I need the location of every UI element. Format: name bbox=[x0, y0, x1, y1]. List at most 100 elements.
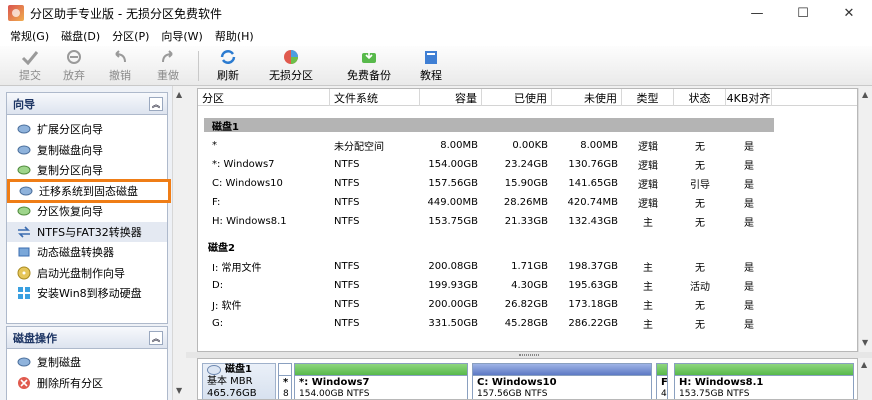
column-header-4kb-align[interactable]: 4KB对齐 bbox=[726, 89, 772, 106]
table-cell: 主 bbox=[643, 320, 653, 331]
table-cell: 是 bbox=[744, 320, 754, 331]
wizard-item-migrate-os-ssd[interactable]: 迁移系统到固态磁盘 bbox=[7, 178, 171, 203]
diskmap-part-f[interactable]: F 4 bbox=[656, 363, 668, 399]
disk-icon bbox=[17, 143, 31, 157]
scroll-down-arrow-icon[interactable]: ▼ bbox=[862, 338, 868, 347]
redo-button[interactable]: 重做 bbox=[144, 47, 192, 85]
scroll-up-arrow-icon[interactable]: ▲ bbox=[176, 90, 182, 99]
scroll-up-arrow-icon[interactable]: ▲ bbox=[862, 90, 868, 99]
partition-list-scrollbar[interactable]: ▲ ▼ bbox=[858, 88, 872, 352]
table-row[interactable]: H: Windows8.1 NTFS 153.75GB 21.33GB 132.43GB… bbox=[198, 212, 857, 231]
close-button[interactable]: ✕ bbox=[826, 0, 872, 26]
table-cell: 1.71GB bbox=[511, 261, 548, 272]
lossless-partition-label: 无损分区 bbox=[269, 69, 313, 82]
wizard-item-win8-to-go[interactable]: 安装Win8到移动硬盘 bbox=[7, 283, 167, 304]
column-header-filesystem[interactable]: 文件系统 bbox=[330, 89, 420, 106]
table-row[interactable]: I: 常用文件 NTFS 200.08GB 1.71GB 198.37GB 主 无 是 bbox=[198, 257, 857, 276]
diskmap-part-sub: 153.75GB NTFS bbox=[679, 389, 750, 399]
column-header-unused[interactable]: 未使用 bbox=[552, 89, 622, 106]
column-header-partition[interactable]: 分区 bbox=[198, 89, 330, 106]
maximize-button[interactable]: ☐ bbox=[780, 0, 826, 26]
table-cell: 无 bbox=[695, 301, 705, 312]
table-cell: 449.00MB bbox=[427, 197, 478, 208]
table-cell: 主 bbox=[643, 282, 653, 293]
tutorial-button[interactable]: 教程 bbox=[407, 47, 455, 85]
column-header-used[interactable]: 已使用 bbox=[482, 89, 552, 106]
diskmap-part-label: C: Windows10 bbox=[477, 377, 557, 388]
wizard-item-dynamic-disk-converter[interactable]: 动态磁盘转换器 bbox=[7, 242, 167, 263]
collapse-disk-ops-button[interactable]: ︽ bbox=[149, 331, 163, 345]
table-row[interactable]: *: Windows7 NTFS 154.00GB 23.24GB 130.76GB 逻辑… bbox=[198, 155, 857, 174]
diskmap-disk1[interactable]: 磁盘1 基本 MBR 465.76GB bbox=[202, 363, 276, 399]
column-header-type[interactable]: 类型 bbox=[622, 89, 674, 106]
menu-help[interactable]: 帮助(H) bbox=[209, 28, 260, 44]
table-row[interactable]: * 未分配空间 8.00MB 0.00KB 8.00MB 逻辑 无 是 bbox=[198, 136, 857, 155]
diskmap-part-windows10[interactable]: C: Windows10 157.56GB NTFS bbox=[472, 363, 652, 399]
undo-label: 撤销 bbox=[109, 69, 131, 82]
table-row[interactable]: D: NTFS 199.93GB 4.30GB 195.63GB 主 活动 是 bbox=[198, 276, 857, 295]
table-cell: 逻辑 bbox=[638, 161, 658, 172]
column-header-capacity[interactable]: 容量 bbox=[420, 89, 482, 106]
wizard-item-label: 安装Win8到移动硬盘 bbox=[37, 287, 142, 301]
collapse-wizard-button[interactable]: ︽ bbox=[149, 97, 163, 111]
table-cell: 28.26MB bbox=[503, 197, 548, 208]
table-cell: 是 bbox=[744, 142, 754, 153]
menu-partition[interactable]: 分区(P) bbox=[106, 28, 155, 44]
wizard-item-copy-partition[interactable]: 复制分区向导 bbox=[7, 160, 167, 181]
table-row[interactable]: G: NTFS 331.50GB 45.28GB 286.22GB 主 无 是 bbox=[198, 314, 857, 333]
free-backup-label: 免费备份 bbox=[347, 69, 391, 82]
scroll-up-arrow-icon[interactable]: ▲ bbox=[861, 360, 867, 369]
table-cell: 无 bbox=[695, 218, 705, 229]
table-row[interactable]: F: NTFS 449.00MB 28.26MB 420.74MB 逻辑 无 是 bbox=[198, 193, 857, 212]
wizard-item-boot-cd-creator[interactable]: 启动光盘制作向导 bbox=[7, 263, 167, 284]
table-cell: 0.00KB bbox=[512, 140, 548, 151]
submit-button[interactable]: 提交 bbox=[8, 47, 52, 85]
menu-general[interactable]: 常规(G) bbox=[4, 28, 55, 44]
disk-icon bbox=[17, 355, 31, 369]
table-cell: 420.74MB bbox=[567, 197, 618, 208]
disk-ops-section-header: 磁盘操作 ︽ bbox=[7, 327, 167, 349]
diskmap-part-label: * bbox=[283, 377, 289, 388]
ssd-icon bbox=[19, 184, 33, 198]
free-backup-button[interactable]: 免费备份 bbox=[331, 47, 407, 85]
lossless-partition-button[interactable]: 无损分区 bbox=[251, 47, 331, 85]
diskmap-part-windows81[interactable]: H: Windows8.1 153.75GB NTFS bbox=[674, 363, 854, 399]
table-cell: *: Windows7 bbox=[212, 159, 275, 170]
diskmap-part-label: H: Windows8.1 bbox=[679, 377, 764, 388]
wizard-item-extend-partition[interactable]: 扩展分区向导 bbox=[7, 119, 167, 140]
table-cell: 是 bbox=[744, 282, 754, 293]
menu-disk[interactable]: 磁盘(D) bbox=[55, 28, 106, 44]
disk-map: 磁盘1 基本 MBR 465.76GB * 8 *: Windows7 154.… bbox=[197, 358, 858, 400]
table-cell: H: Windows8.1 bbox=[212, 216, 287, 227]
disk-op-label: 复制磁盘 bbox=[37, 356, 81, 370]
column-header-status[interactable]: 状态 bbox=[674, 89, 726, 106]
discard-button[interactable]: 放弃 bbox=[52, 47, 96, 85]
diskmap-part-windows7[interactable]: *: Windows7 154.00GB NTFS bbox=[294, 363, 468, 399]
disk-icon bbox=[17, 122, 31, 136]
undo-button[interactable]: 撤销 bbox=[96, 47, 144, 85]
disk-map-scrollbar[interactable]: ▲ bbox=[858, 358, 872, 400]
diskmap-part-sub: 154.00GB NTFS bbox=[299, 389, 370, 399]
refresh-button[interactable]: 刷新 bbox=[205, 47, 251, 85]
minimize-button[interactable]: — bbox=[734, 0, 780, 26]
table-row[interactable]: C: Windows10 NTFS 157.56GB 15.90GB 141.65GB 逻… bbox=[198, 174, 857, 193]
left-panel-scrollbar[interactable]: ▲ ▼ bbox=[172, 86, 186, 400]
wizard-item-copy-disk[interactable]: 复制磁盘向导 bbox=[7, 140, 167, 161]
wizard-item-ntfs-fat32-converter[interactable]: NTFS与FAT32转换器 bbox=[7, 221, 167, 242]
menu-wizard[interactable]: 向导(W) bbox=[155, 28, 208, 44]
wizard-item-partition-recovery[interactable]: 分区恢复向导 bbox=[7, 201, 167, 222]
table-row[interactable]: J: 软件 NTFS 200.00GB 26.82GB 173.18GB 主 无 是 bbox=[198, 295, 857, 314]
table-cell: NTFS bbox=[334, 280, 360, 291]
title-bar: 分区助手专业版 - 无损分区免费软件 — ☐ ✕ bbox=[0, 0, 872, 26]
wizard-item-label: 迁移系统到固态磁盘 bbox=[39, 184, 138, 198]
windows-icon bbox=[17, 286, 31, 300]
diskmap-part-unallocated[interactable]: * 8 bbox=[278, 363, 292, 399]
toolbar: 提交 放弃 撤销 重做 刷新 无损分区 免费备份 教程 bbox=[0, 46, 872, 86]
disk-op-delete-all-partitions[interactable]: 删除所有分区 bbox=[7, 373, 167, 394]
table-cell: 是 bbox=[744, 218, 754, 229]
discard-icon bbox=[64, 48, 84, 66]
book-icon bbox=[421, 48, 441, 66]
recovery-icon bbox=[17, 204, 31, 218]
disk-op-copy-disk[interactable]: 复制磁盘 bbox=[7, 352, 167, 373]
scroll-down-arrow-icon[interactable]: ▼ bbox=[176, 386, 182, 395]
